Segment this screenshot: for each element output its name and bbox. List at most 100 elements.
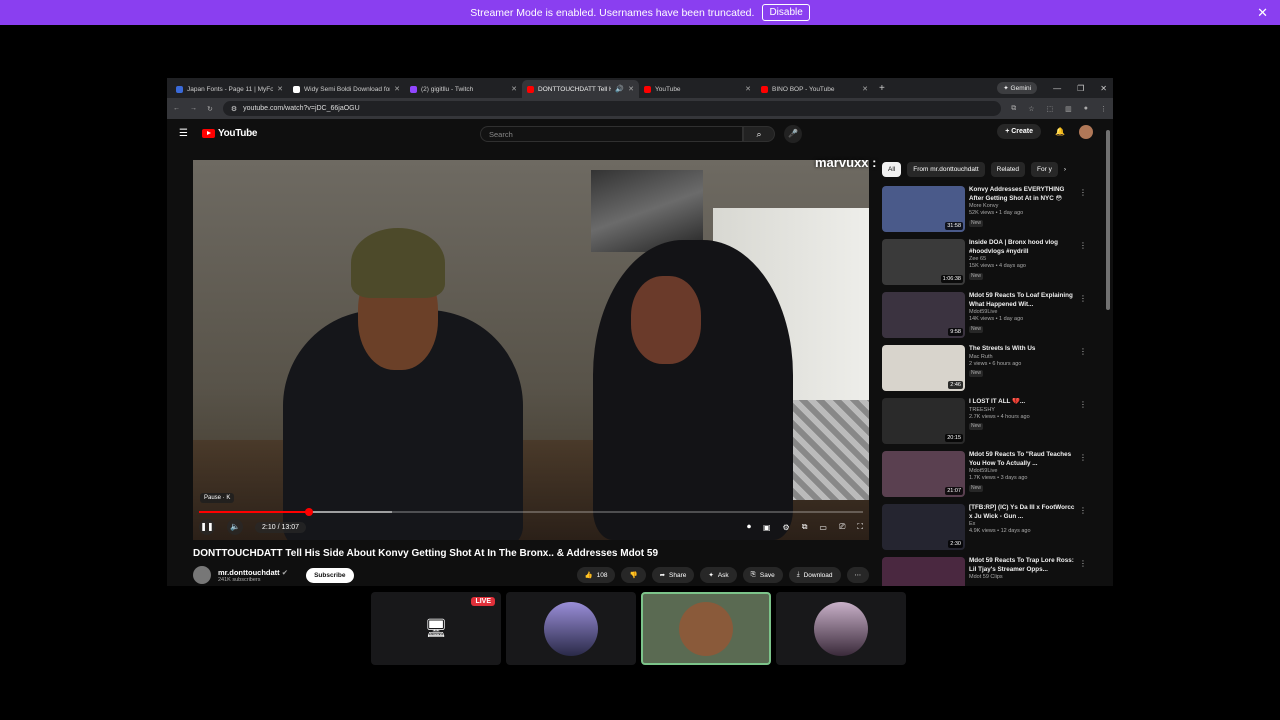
profile-icon[interactable]: ●	[1084, 105, 1088, 113]
screen-share-tile[interactable]: 🖥 LIVE	[371, 592, 501, 665]
chip-from-channel[interactable]: From mr.donttouchdatt	[907, 162, 985, 177]
disable-button[interactable]: Disable	[762, 4, 810, 21]
recommendation-channel[interactable]: Mdot59Live	[969, 309, 1079, 316]
more-options-icon[interactable]: ⋮	[1079, 559, 1087, 568]
chip-all[interactable]: All	[882, 162, 902, 177]
microphone-icon[interactable]: 🎤	[784, 125, 802, 143]
fullscreen-icon[interactable]: ⛶	[857, 522, 863, 532]
close-tab-icon[interactable]: ✕	[628, 85, 634, 93]
recommendation-channel[interactable]: Ex	[969, 521, 1079, 528]
youtube-logo[interactable]: YouTube	[201, 128, 257, 139]
ask-button[interactable]: ✦ Ask	[700, 567, 737, 583]
recommendation-title[interactable]: Mdot 59 Reacts To "Raud Teaches You How …	[969, 451, 1079, 468]
tab-3[interactable]: DONTTOUCHDATT Tell His 🔊 ✕	[522, 80, 639, 98]
sidepanel-icon[interactable]: ▥	[1065, 105, 1072, 113]
chip-for-you[interactable]: For y	[1031, 162, 1058, 177]
close-icon[interactable]: ✕	[1257, 5, 1268, 21]
recommendation-title[interactable]: [TFB:RP] (IC) Ys Da III x FootWorcc x Ju…	[969, 504, 1079, 521]
forward-icon[interactable]: →	[190, 105, 197, 112]
chip-related[interactable]: Related	[990, 162, 1026, 177]
share-button[interactable]: ➦ Share	[651, 567, 695, 583]
more-options-icon[interactable]: ⋮	[1079, 453, 1087, 462]
video-thumbnail[interactable]: 31:58	[882, 186, 965, 232]
dislike-button[interactable]: 👎	[621, 567, 646, 583]
more-options-icon[interactable]: ⋮	[1079, 241, 1087, 250]
menu-dots-icon[interactable]: ⋮	[1100, 105, 1107, 113]
captions-icon[interactable]: ▣	[763, 523, 771, 532]
gemini-button[interactable]: ✦ Gemini	[997, 82, 1038, 94]
video-thumbnail[interactable]: 21:07	[882, 451, 965, 497]
recommendation-item[interactable]: 1:06:38 Inside DOA | Bronx hood vlog #hoo…	[882, 239, 1097, 289]
close-window-icon[interactable]: ✕	[1100, 84, 1107, 93]
recommendation-item[interactable]: 21:07 Mdot 59 Reacts To "Raud Teaches You…	[882, 451, 1097, 501]
recommendation-item[interactable]: 20:15 I LOST IT ALL 💔... TREESHY 2.7K views…	[882, 398, 1097, 448]
recommendation-item[interactable]: 2:30 [TFB:RP] (IC) Ys Da III x FootWorcc …	[882, 504, 1097, 554]
video-thumbnail[interactable]: 2:46	[882, 345, 965, 391]
site-info-icon[interactable]: ⚙	[231, 105, 237, 113]
recommendation-item[interactable]: 31:58 Konvy Addresses EVERYTHING After Ge…	[882, 186, 1097, 236]
recommendation-title[interactable]: I LOST IT ALL 💔...	[969, 398, 1079, 407]
create-button[interactable]: + Create	[997, 124, 1042, 139]
pause-icon[interactable]: ❚❚	[199, 519, 215, 535]
recommendation-title[interactable]: Mdot 59 Reacts To Trap Lore Ross: Lil Tj…	[969, 557, 1079, 574]
chevron-right-icon[interactable]: ›	[1064, 166, 1066, 173]
like-button[interactable]: 👍 108	[576, 567, 616, 583]
restore-icon[interactable]: ❐	[1077, 84, 1084, 93]
close-tab-icon[interactable]: ✕	[511, 85, 517, 93]
recommendation-item[interactable]: 2:46 The Streets Is With Us Mac Ruth 2 view…	[882, 345, 1097, 395]
notifications-bell-icon[interactable]: 🔔	[1055, 127, 1065, 136]
subscribe-button[interactable]: Subscribe	[306, 567, 354, 583]
recommendation-title[interactable]: Inside DOA | Bronx hood vlog #hoodvlogs …	[969, 239, 1079, 256]
page-scrollbar[interactable]	[1106, 126, 1111, 586]
more-options-icon[interactable]: ⋮	[1079, 400, 1087, 409]
video-thumbnail[interactable]	[882, 557, 965, 586]
recommendation-item[interactable]: Mdot 59 Reacts To Trap Lore Ross: Lil Tj…	[882, 557, 1097, 586]
more-actions-button[interactable]: ⋯	[846, 567, 869, 583]
minimize-icon[interactable]: —	[1053, 84, 1061, 93]
cast-icon[interactable]: ⧉	[1011, 105, 1016, 113]
recommendation-channel[interactable]: TREESHY	[969, 407, 1079, 414]
omnibox[interactable]: ⚙ youtube.com/watch?v=jDC_66jaOGU	[222, 101, 1002, 116]
close-tab-icon[interactable]: ✕	[862, 85, 868, 93]
recommendation-title[interactable]: Konvy Addresses EVERYTHING After Getting…	[969, 186, 1079, 203]
participant-tile-speaking[interactable]	[641, 592, 771, 665]
video-thumbnail[interactable]: 9:58	[882, 292, 965, 338]
close-tab-icon[interactable]: ✕	[277, 85, 283, 93]
recommendation-channel[interactable]: More Konvy	[969, 203, 1079, 210]
progress-bar[interactable]	[199, 508, 863, 516]
participant-tile[interactable]	[776, 592, 906, 665]
more-options-icon[interactable]: ⋮	[1079, 188, 1087, 197]
hamburger-icon[interactable]: ☰	[179, 128, 188, 139]
channel-avatar[interactable]	[193, 566, 211, 584]
speaker-icon[interactable]: 🔊	[615, 85, 624, 93]
recommendation-channel[interactable]: Mdot59Live	[969, 468, 1079, 475]
theater-mode-icon[interactable]: ▭	[819, 523, 827, 532]
save-button[interactable]: ⎘ Save	[742, 567, 783, 583]
bookmark-star-icon[interactable]: ☆	[1028, 105, 1034, 113]
download-button[interactable]: ⤓ Download	[788, 567, 841, 583]
video-thumbnail[interactable]: 20:15	[882, 398, 965, 444]
new-tab-button[interactable]: +	[873, 83, 891, 98]
tab-5[interactable]: BINO BOP - YouTube ✕	[756, 80, 873, 98]
volume-icon[interactable]: 🔈	[227, 519, 243, 535]
extensions-icon[interactable]: ⬚	[1047, 105, 1054, 113]
scrollbar-thumb[interactable]	[1106, 130, 1110, 310]
close-tab-icon[interactable]: ✕	[745, 85, 751, 93]
search-input[interactable]: Search	[480, 126, 743, 142]
more-options-icon[interactable]: ⋮	[1079, 347, 1087, 356]
more-options-icon[interactable]: ⋮	[1079, 294, 1087, 303]
tab-2[interactable]: (2) gigitllu - Twitch ✕	[405, 80, 522, 98]
back-icon[interactable]: ←	[173, 105, 180, 112]
recommendation-title[interactable]: Mdot 59 Reacts To Loaf Explaining What H…	[969, 292, 1079, 309]
recommendation-channel[interactable]: Zee 65	[969, 256, 1079, 263]
recommendation-channel[interactable]: Mac Ruth	[969, 354, 1079, 361]
video-thumbnail[interactable]: 2:30	[882, 504, 965, 550]
settings-gear-icon[interactable]: ⚙	[783, 523, 790, 532]
tab-1[interactable]: Widy Semi Boldi Download font ✕	[288, 80, 405, 98]
search-icon[interactable]: ⌕	[743, 126, 775, 142]
cast-to-tv-icon[interactable]: ⎚	[839, 522, 845, 532]
video-thumbnail[interactable]: 1:06:38	[882, 239, 965, 285]
avatar[interactable]	[1079, 124, 1093, 139]
participant-tile[interactable]	[506, 592, 636, 665]
autoplay-toggle-icon[interactable]: ⏺	[747, 522, 751, 532]
